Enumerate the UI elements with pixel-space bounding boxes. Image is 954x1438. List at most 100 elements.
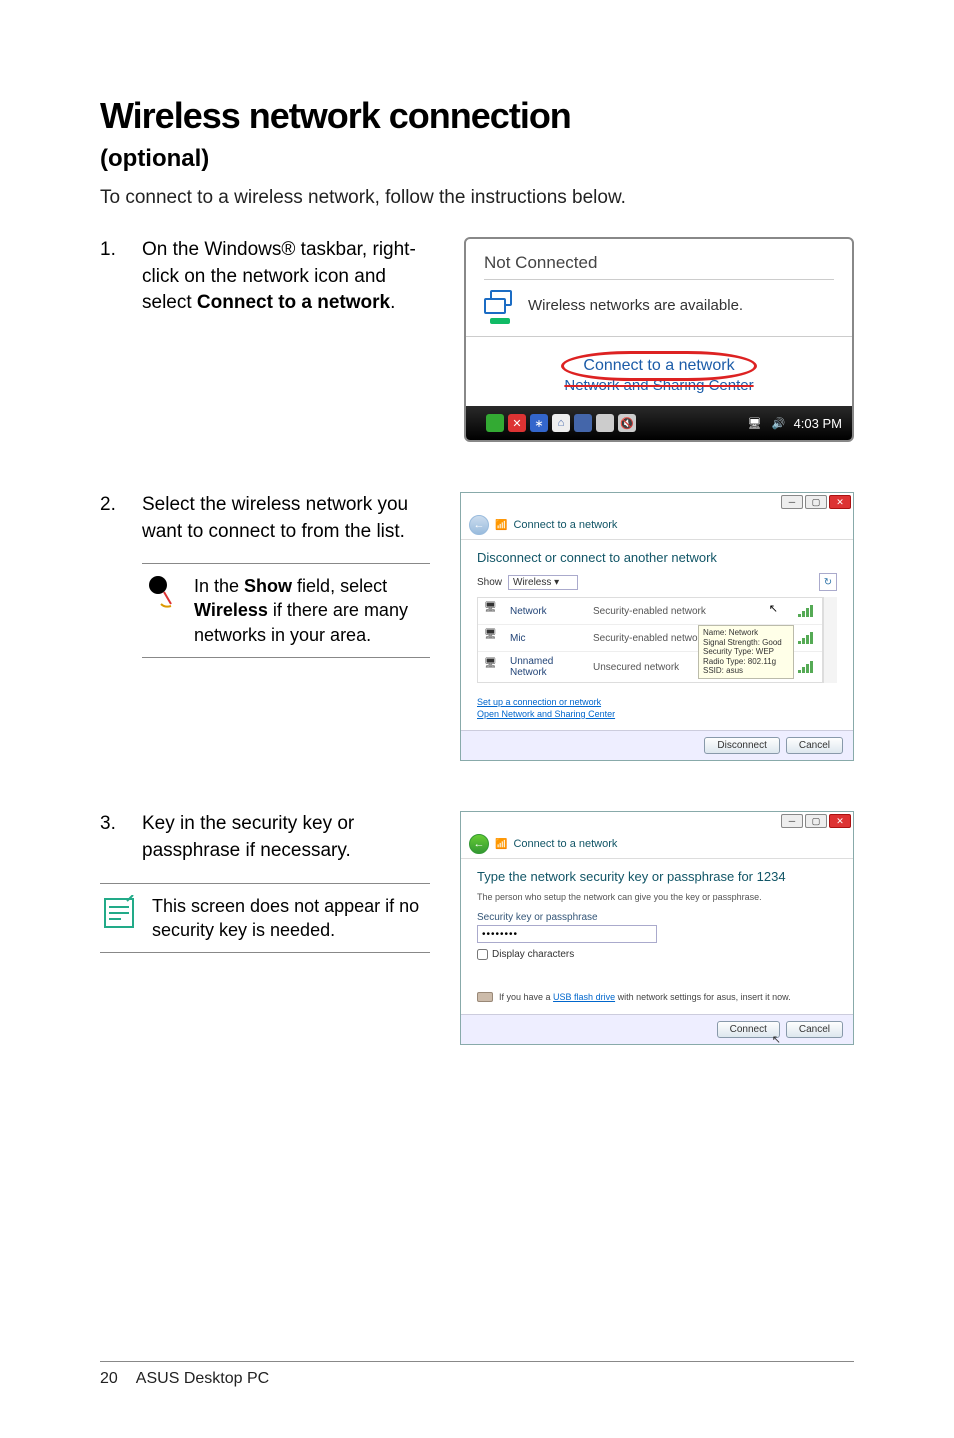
network-row[interactable]: 🖥 Mic Security-enabled network Name: Net… <box>478 625 822 652</box>
display-characters-checkbox[interactable]: Display characters <box>477 949 837 960</box>
setup-connection-link[interactable]: Set up a connection or network <box>477 697 837 709</box>
signal-icon <box>798 632 816 644</box>
connect-button[interactable]: Connect <box>717 1021 780 1038</box>
popup-title: Not Connected <box>484 253 834 273</box>
note-text: This screen does not appear if no securi… <box>152 894 430 943</box>
connect-to-network-link[interactable]: Connect to a network <box>573 353 744 379</box>
scrollbar[interactable] <box>823 597 837 683</box>
tip-note: In the Show field, select Wireless if th… <box>142 563 430 658</box>
dialog-subtext: The person who setup the network can giv… <box>477 892 837 902</box>
tray-icon[interactable]: ⌂ <box>552 414 570 432</box>
checkbox-icon[interactable] <box>477 949 488 960</box>
network-list: 🖥 Network Security-enabled network ↖ 🖥 M… <box>477 597 823 683</box>
note-text: In the Show field, select Wireless if th… <box>194 574 430 647</box>
tip-icon <box>142 574 180 612</box>
tray-icon[interactable] <box>486 414 504 432</box>
network-name: Network <box>510 606 585 617</box>
product-name: ASUS Desktop PC <box>136 1370 269 1388</box>
disconnect-button[interactable]: Disconnect <box>704 737 779 754</box>
text-fragment: field, select <box>292 576 387 596</box>
page-number: 20 <box>100 1370 118 1388</box>
usb-icon <box>477 992 493 1002</box>
network-icon: 🖥 <box>484 629 502 647</box>
tooltip-line: Name: Network <box>703 628 789 638</box>
step-body: Select the wireless network you want to … <box>142 492 430 545</box>
minimize-button[interactable]: ─ <box>781 495 803 509</box>
cancel-button[interactable]: Cancel <box>786 737 843 754</box>
wireless-available-text: Wireless networks are available. <box>528 297 743 314</box>
tray-icon[interactable] <box>574 414 592 432</box>
sound-icon[interactable]: 🔊 <box>770 414 788 432</box>
intro-text: To connect to a wireless network, follow… <box>100 187 854 209</box>
show-label: Show <box>477 577 502 588</box>
maximize-button[interactable]: ▢ <box>805 495 827 509</box>
usb-flash-link[interactable]: USB flash drive <box>553 992 615 1002</box>
window-title: Connect to a network <box>513 838 617 850</box>
network-row[interactable]: 🖥 Network Security-enabled network ↖ <box>478 598 822 625</box>
bluetooth-icon[interactable]: ∗ <box>530 414 548 432</box>
screenshot-connect-popup: Not Connected Wireless networks are avai… <box>464 237 854 442</box>
cursor-icon: ↖ <box>772 1033 781 1046</box>
network-icon: 🖥 <box>484 602 502 620</box>
dialog-heading: Type the network security key or passphr… <box>477 869 837 884</box>
network-icon: 🖥 <box>484 658 502 676</box>
text-fragment: with network settings for asus, insert i… <box>615 992 791 1002</box>
step-1: 1. On the Windows® taskbar, right-click … <box>100 237 854 442</box>
window-title: Connect to a network <box>513 519 617 531</box>
step-number: 1. <box>100 237 122 317</box>
step-number: 2. <box>100 492 122 545</box>
link-label: Connect to a network <box>583 357 734 374</box>
tray-icon[interactable] <box>596 414 614 432</box>
wifi-icon: 📶 <box>495 520 507 531</box>
volume-icon[interactable]: 🔇 <box>618 414 636 432</box>
cursor-icon: ↖ <box>769 602 778 615</box>
note-icon <box>100 894 138 932</box>
info-note: This screen does not appear if no securi… <box>100 883 430 954</box>
usb-hint: If you have a USB flash drive with netwo… <box>499 992 791 1002</box>
network-security: Unsecured network <box>593 662 790 673</box>
text-fragment: . <box>390 292 395 313</box>
show-select[interactable]: Wireless ▾ <box>508 575 578 590</box>
close-button[interactable]: ✕ <box>829 495 851 509</box>
network-name: Mic <box>510 633 585 644</box>
screenshot-network-list: ─ ▢ ✕ ← 📶 Connect to a network Disconnec… <box>460 492 854 761</box>
signal-icon <box>798 605 816 617</box>
select-value: Wireless <box>513 577 551 588</box>
checkbox-label: Display characters <box>492 949 574 960</box>
tooltip-line: Signal Strength: Good <box>703 638 789 648</box>
clock: 4:03 PM <box>794 416 842 431</box>
open-sharing-center-link[interactable]: Open Network and Sharing Center <box>477 709 837 721</box>
page-footer: 20 ASUS Desktop PC <box>100 1361 854 1388</box>
tray-icon[interactable]: ✕ <box>508 414 526 432</box>
refresh-button[interactable]: ↻ <box>819 573 837 591</box>
step-number: 3. <box>100 811 122 864</box>
step-body: On the Windows® taskbar, right-click on … <box>142 237 430 317</box>
back-button[interactable]: ← <box>469 515 489 535</box>
text-fragment-bold: Wireless <box>194 600 268 620</box>
signal-icon <box>798 661 816 673</box>
network-icon <box>484 288 518 322</box>
passphrase-input[interactable] <box>477 925 657 943</box>
close-button[interactable]: ✕ <box>829 814 851 828</box>
network-name: Unnamed Network <box>510 656 585 678</box>
link-label: Network and Sharing Center <box>564 377 753 394</box>
minimize-button[interactable]: ─ <box>781 814 803 828</box>
network-row[interactable]: 🖥 Unnamed Network Unsecured network <box>478 652 822 682</box>
network-sharing-link[interactable]: Network and Sharing Center <box>484 377 834 394</box>
field-label: Security key or passphrase <box>477 912 837 923</box>
network-tray-icon[interactable]: 🖥 <box>746 414 764 432</box>
dialog-heading: Disconnect or connect to another network <box>477 550 837 565</box>
page-subtitle: (optional) <box>100 145 854 173</box>
text-fragment-bold: Show <box>244 576 292 596</box>
text-fragment-bold: Connect to a network <box>197 292 390 313</box>
page-title: Wireless network connection <box>100 95 854 137</box>
windows-taskbar: ✕ ∗ ⌂ 🔇 🖥 🔊 4:03 PM <box>466 406 852 440</box>
back-button[interactable]: ← <box>469 834 489 854</box>
step-body: Key in the security key or passphrase if… <box>142 811 430 864</box>
cancel-button[interactable]: Cancel <box>786 1021 843 1038</box>
step-2: 2. Select the wireless network you want … <box>100 492 854 761</box>
wifi-icon: 📶 <box>495 839 507 850</box>
text-fragment: If you have a <box>499 992 553 1002</box>
step-3: 3. Key in the security key or passphrase… <box>100 811 854 1045</box>
maximize-button[interactable]: ▢ <box>805 814 827 828</box>
